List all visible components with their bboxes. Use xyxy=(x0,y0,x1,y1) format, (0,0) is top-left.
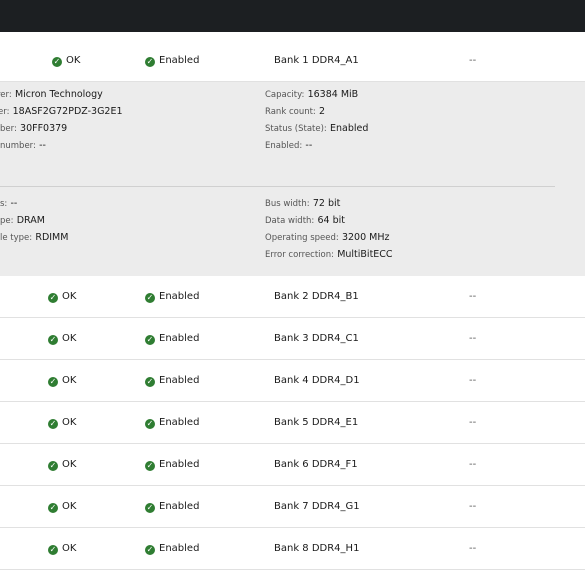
state-cell: ✓ Enabled xyxy=(145,501,200,513)
detail-error-correction: Error correction: MultiBitECC xyxy=(265,249,393,260)
state-cell: ✓ Enabled xyxy=(145,459,200,471)
status-cell: ✓ OK xyxy=(48,333,77,345)
check-circle-icon: ✓ xyxy=(52,57,62,67)
check-circle-icon: ✓ xyxy=(48,335,58,345)
location-cell: Bank 7 DDR4_G1 xyxy=(274,501,360,512)
location-cell: Bank 6 DDR4_F1 xyxy=(274,459,358,470)
table-row[interactable]: ✓ OK ✓ Enabled Bank 6 DDR4_F1 -- xyxy=(0,444,585,486)
location-cell: Bank 1 DDR4_A1 xyxy=(274,55,359,66)
detail-module-type: le type: RDIMM xyxy=(0,232,69,243)
check-circle-icon: ✓ xyxy=(145,377,155,387)
table-row[interactable]: ✓ OK ✓ Enabled Bank 2 DDR4_B1 -- xyxy=(0,276,585,318)
table-row[interactable]: ✓ OK ✓ Enabled Bank 8 DDR4_H1 -- xyxy=(0,528,585,570)
serial-cell: -- xyxy=(469,333,477,344)
check-circle-icon: ✓ xyxy=(48,545,58,555)
check-circle-icon: ✓ xyxy=(48,293,58,303)
state-cell: ✓ Enabled xyxy=(145,375,200,387)
detail-speed: s: -- xyxy=(0,198,18,209)
detail-enabled: Enabled: -- xyxy=(265,140,313,151)
serial-cell: -- xyxy=(469,501,477,512)
serial-cell: -- xyxy=(469,375,477,386)
status-cell: ✓ OK xyxy=(48,291,77,303)
detail-serial-number: ber: 30FF0379 xyxy=(0,123,68,134)
detail-part-number: er: 18ASF2G72PDZ-3G2E1 xyxy=(0,106,123,117)
check-circle-icon: ✓ xyxy=(145,57,155,67)
serial-cell: -- xyxy=(469,291,477,302)
check-circle-icon: ✓ xyxy=(48,461,58,471)
serial-cell: -- xyxy=(469,459,477,470)
state-cell: ✓ Enabled xyxy=(145,55,200,67)
check-circle-icon: ✓ xyxy=(145,419,155,429)
check-circle-icon: ✓ xyxy=(145,461,155,471)
detail-data-width: Data width: 64 bit xyxy=(265,215,345,226)
location-cell: Bank 3 DDR4_C1 xyxy=(274,333,359,344)
detail-asset-number: number: -- xyxy=(0,140,46,151)
top-bar xyxy=(0,0,585,32)
status-cell: ✓ OK xyxy=(48,375,77,387)
row-details-panel: rer: Micron Technology er: 18ASF2G72PDZ-… xyxy=(0,82,585,277)
location-cell: Bank 8 DDR4_H1 xyxy=(274,543,360,554)
serial-cell: -- xyxy=(469,55,477,66)
state-cell: ✓ Enabled xyxy=(145,291,200,303)
status-cell: ✓ OK xyxy=(48,417,77,429)
state-cell: ✓ Enabled xyxy=(145,417,200,429)
table-row[interactable]: ✓ OK ✓ Enabled Bank 5 DDR4_E1 -- xyxy=(0,402,585,444)
location-cell: Bank 2 DDR4_B1 xyxy=(274,291,359,302)
table-row[interactable]: ✓ OK ✓ Enabled Bank 4 DDR4_D1 -- xyxy=(0,360,585,402)
status-cell: ✓ OK xyxy=(48,501,77,513)
check-circle-icon: ✓ xyxy=(48,419,58,429)
detail-status-state: Status (State): Enabled xyxy=(265,123,369,134)
detail-rank-count: Rank count: 2 xyxy=(265,106,326,117)
check-circle-icon: ✓ xyxy=(145,293,155,303)
status-cell: ✓ OK xyxy=(48,459,77,471)
detail-manufacturer: rer: Micron Technology xyxy=(0,89,103,100)
detail-memory-type: pe: DRAM xyxy=(0,215,45,226)
table-row[interactable]: ✓ OK ✓ Enabled Bank 3 DDR4_C1 -- xyxy=(0,318,585,360)
status-cell: ✓ OK xyxy=(48,543,77,555)
check-circle-icon: ✓ xyxy=(145,335,155,345)
state-cell: ✓ Enabled xyxy=(145,543,200,555)
check-circle-icon: ✓ xyxy=(48,377,58,387)
check-circle-icon: ✓ xyxy=(48,503,58,513)
detail-capacity: Capacity: 16384 MiB xyxy=(265,89,359,100)
status-cell: ✓ OK xyxy=(52,55,81,67)
table-row[interactable]: ✓ OK ✓ Enabled Bank 7 DDR4_G1 -- xyxy=(0,486,585,528)
check-circle-icon: ✓ xyxy=(145,503,155,513)
detail-operating-speed: Operating speed: 3200 MHz xyxy=(265,232,390,243)
check-circle-icon: ✓ xyxy=(145,545,155,555)
serial-cell: -- xyxy=(469,543,477,554)
details-divider xyxy=(0,186,555,187)
state-cell: ✓ Enabled xyxy=(145,333,200,345)
detail-bus-width: Bus width: 72 bit xyxy=(265,198,341,209)
serial-cell: -- xyxy=(469,417,477,428)
location-cell: Bank 4 DDR4_D1 xyxy=(274,375,360,386)
table-row[interactable]: ✓ OK ✓ Enabled Bank 1 DDR4_A1 -- xyxy=(0,40,585,82)
location-cell: Bank 5 DDR4_E1 xyxy=(274,417,359,428)
